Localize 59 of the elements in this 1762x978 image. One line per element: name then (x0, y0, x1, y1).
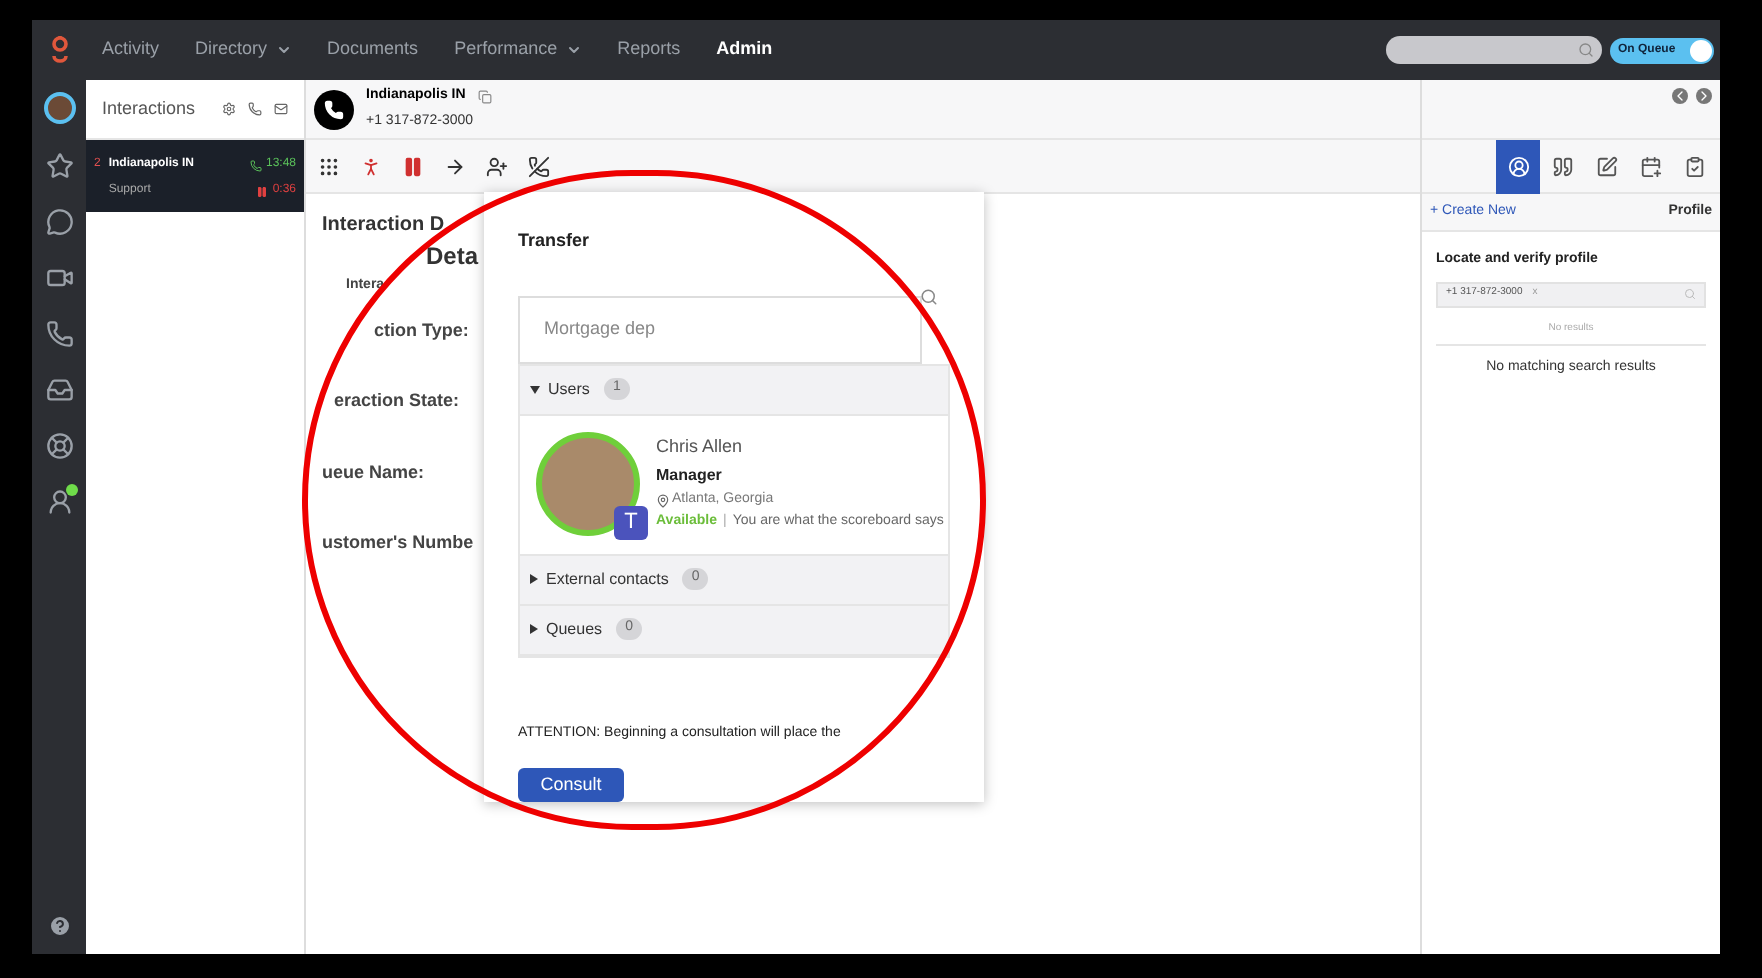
walking-person-icon[interactable] (360, 155, 382, 177)
field-label: ueue Name: (322, 459, 425, 485)
logo-icon (49, 34, 69, 66)
location-pin-icon (656, 493, 670, 507)
inbox-icon[interactable] (45, 376, 73, 404)
call-icon (314, 89, 354, 129)
video-icon[interactable] (45, 264, 73, 292)
nav-item[interactable]: Activity (102, 36, 160, 64)
hang-up-icon[interactable] (528, 155, 550, 177)
panel-title: Interactions (102, 95, 196, 122)
pause-icon (256, 185, 269, 197)
pause-icon[interactable] (402, 155, 424, 177)
help-icon[interactable] (47, 914, 71, 938)
nav-item[interactable]: Performance (454, 36, 582, 64)
user-badge: T (614, 506, 648, 540)
search-icon (920, 288, 938, 306)
dialpad-icon[interactable] (318, 155, 340, 177)
clipboard-icon (1683, 155, 1705, 177)
user-title: Manager (656, 463, 724, 488)
phone-icon[interactable] (45, 320, 73, 348)
search-icon (1578, 42, 1594, 58)
profile-tab[interactable] (1496, 139, 1540, 193)
star-icon[interactable] (45, 152, 73, 180)
forward-icon[interactable] (1696, 88, 1712, 104)
quote-icon (1551, 155, 1573, 177)
field-label: ustomer's Numbe (322, 530, 474, 556)
calendar-icon (1639, 155, 1661, 177)
mail-icon[interactable] (274, 102, 288, 116)
caret-right-icon (530, 624, 538, 634)
note-icon (1595, 155, 1617, 177)
details-heading: Deta (426, 240, 479, 274)
nav-item[interactable]: Documents (327, 36, 419, 64)
lifebuoy-icon[interactable] (45, 432, 73, 460)
user-status-icon[interactable] (45, 488, 73, 516)
avatar-icon[interactable] (43, 92, 75, 124)
field-label: eraction State: (334, 388, 460, 414)
chat-icon[interactable] (45, 208, 73, 236)
nav-item[interactable]: Reports (617, 36, 681, 64)
field-label: ction Type: (374, 317, 469, 344)
nav-item[interactable]: Admin (716, 36, 773, 64)
user-name: Chris Allen (656, 434, 745, 461)
consult-button[interactable]: Consult (518, 768, 624, 802)
caret-down-icon (530, 385, 540, 393)
nav-item[interactable]: Directory (195, 36, 292, 64)
transfer-icon[interactable] (444, 155, 466, 177)
back-icon[interactable] (1672, 88, 1688, 104)
phone-icon[interactable] (248, 102, 262, 116)
copy-icon[interactable] (477, 89, 492, 104)
details-heading: Interaction D (322, 212, 445, 240)
photo-placeholder (536, 432, 640, 536)
transfer-title: Transfer (518, 228, 592, 254)
caret-right-icon (530, 574, 538, 584)
settings-icon[interactable] (222, 102, 236, 116)
transfer-search-field[interactable]: Mortgage dep (518, 295, 922, 363)
profile-icon (1507, 155, 1529, 177)
search-field[interactable] (1386, 36, 1602, 64)
phone-icon (249, 159, 262, 171)
add-user-icon[interactable] (486, 155, 508, 177)
search-icon (1684, 288, 1696, 300)
